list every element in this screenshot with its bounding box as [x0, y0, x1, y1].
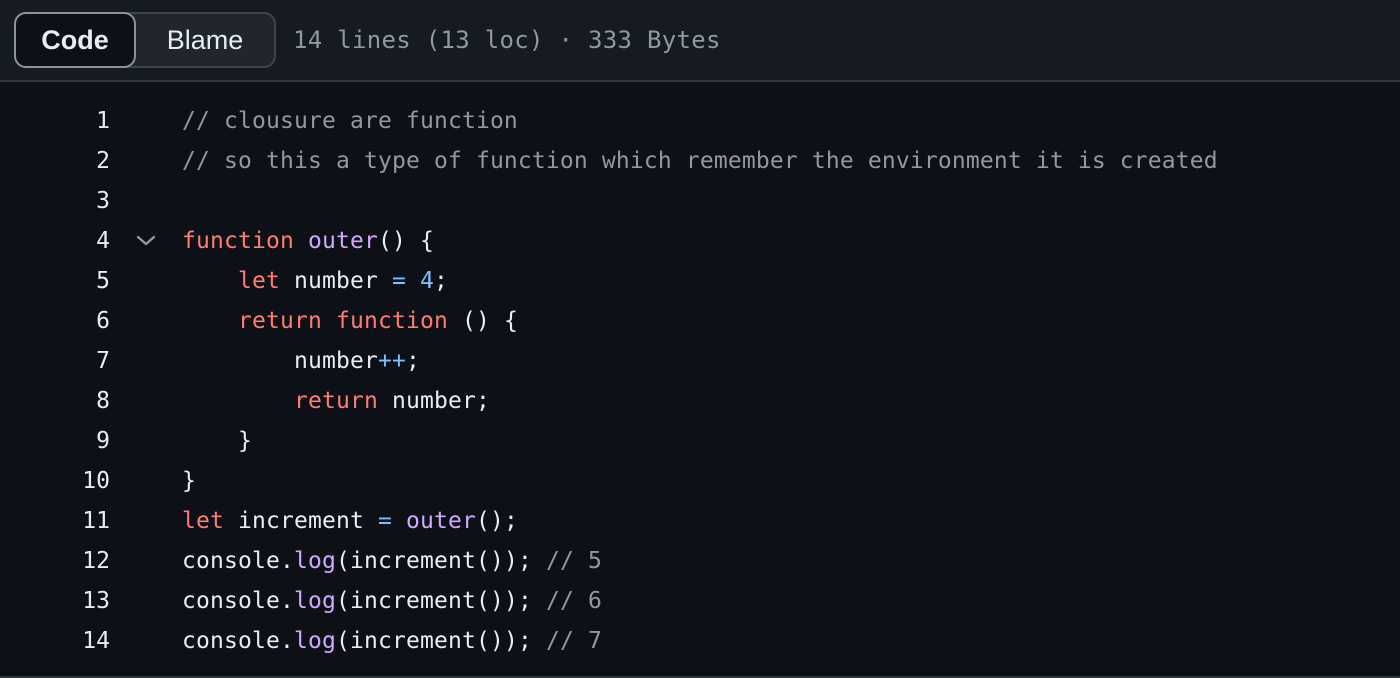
- code-line: 4 function outer() {: [0, 221, 1400, 261]
- code-line: 5 let number = 4;: [0, 261, 1400, 301]
- code-line: 11 let increment = outer();: [0, 501, 1400, 541]
- line-number[interactable]: 7: [0, 348, 110, 374]
- code-viewer: Code Blame 14 lines (13 loc) · 333 Bytes…: [0, 0, 1400, 678]
- code-token: }: [182, 428, 252, 454]
- code-token: log: [293, 588, 336, 614]
- line-number[interactable]: 10: [0, 468, 110, 494]
- code-line: 3: [0, 181, 1400, 221]
- code-area[interactable]: 1 // clousure are function 2 // so this a t…: [0, 82, 1400, 661]
- code-text: let increment = outer();: [182, 508, 518, 534]
- code-line: 6 return function () {: [0, 301, 1400, 341]
- code-token: // 7: [545, 628, 602, 654]
- code-token: outer: [307, 228, 378, 254]
- line-number[interactable]: 6: [0, 308, 110, 334]
- line-number[interactable]: 12: [0, 548, 110, 574]
- code-tab-button[interactable]: Code: [14, 12, 136, 68]
- code-line: 2 // so this a type of function which rem…: [0, 141, 1400, 181]
- line-number[interactable]: 8: [0, 388, 110, 414]
- code-line: 13 console.log(increment()); // 6: [0, 581, 1400, 621]
- code-line: 9 }: [0, 421, 1400, 461]
- code-token: (increment());: [335, 548, 546, 574]
- code-token: log: [293, 548, 336, 574]
- blame-tab-button[interactable]: Blame: [136, 14, 274, 66]
- code-token: =: [391, 268, 406, 294]
- code-token: return: [238, 308, 322, 334]
- code-token: console.: [182, 628, 294, 654]
- code-text: // clousure are function: [182, 108, 518, 134]
- code-token: ++: [377, 348, 406, 374]
- code-token: ;: [433, 268, 448, 294]
- code-token: // 6: [545, 588, 602, 614]
- code-text: }: [182, 468, 196, 494]
- code-token: () {: [377, 228, 434, 254]
- code-text: number++;: [182, 348, 420, 374]
- code-line: 10}: [0, 461, 1400, 501]
- line-number[interactable]: 14: [0, 628, 110, 654]
- code-token: ();: [475, 508, 518, 534]
- code-token: (increment());: [335, 588, 546, 614]
- code-token: function: [335, 308, 448, 334]
- code-text: return number;: [182, 388, 490, 414]
- code-text: console.log(increment()); // 5: [182, 548, 602, 574]
- code-token: increment: [224, 508, 378, 534]
- code-text: }: [182, 428, 252, 454]
- code-line: 12 console.log(increment()); // 5: [0, 541, 1400, 581]
- line-number[interactable]: 5: [0, 268, 110, 294]
- code-token: function: [182, 228, 294, 254]
- code-text: // so this a type of function which reme…: [182, 148, 1218, 174]
- code-token: return: [293, 388, 378, 414]
- chevron-down-icon[interactable]: [110, 234, 182, 248]
- code-token: outer: [405, 508, 476, 534]
- code-blame-toggle: Code Blame: [14, 12, 276, 68]
- code-token: (increment());: [335, 628, 546, 654]
- code-text: let number = 4;: [182, 268, 448, 294]
- code-token: number: [182, 348, 378, 374]
- code-token: console.: [182, 588, 294, 614]
- code-line: 7 number++;: [0, 341, 1400, 381]
- code-token: let: [182, 508, 224, 534]
- code-token: // 5: [545, 548, 602, 574]
- code-token: =: [377, 508, 392, 534]
- code-line: 8 return number;: [0, 381, 1400, 421]
- code-token: number: [280, 268, 392, 294]
- code-token: // so this a type of function which reme…: [182, 148, 1218, 174]
- line-number[interactable]: 13: [0, 588, 110, 614]
- code-token: log: [293, 628, 336, 654]
- code-line: 1 // clousure are function: [0, 101, 1400, 141]
- code-token: let: [238, 268, 280, 294]
- file-info: 14 lines (13 loc) · 333 Bytes: [293, 26, 721, 54]
- code-text: return function () {: [182, 308, 518, 334]
- code-token: ;: [405, 348, 420, 374]
- code-token: number;: [377, 388, 490, 414]
- code-token: 4: [419, 268, 434, 294]
- line-number[interactable]: 3: [0, 188, 110, 214]
- code-line: 14 console.log(increment()); // 7: [0, 621, 1400, 661]
- code-token: () {: [447, 308, 518, 334]
- code-token: // clousure are function: [182, 108, 518, 134]
- code-text: console.log(increment()); // 7: [182, 628, 602, 654]
- line-number[interactable]: 2: [0, 148, 110, 174]
- line-number[interactable]: 1: [0, 108, 110, 134]
- line-number[interactable]: 9: [0, 428, 110, 454]
- code-text: function outer() {: [182, 228, 434, 254]
- file-header: Code Blame 14 lines (13 loc) · 333 Bytes: [0, 0, 1400, 82]
- code-token: }: [182, 468, 196, 494]
- code-token: console.: [182, 548, 294, 574]
- line-number[interactable]: 11: [0, 508, 110, 534]
- line-number[interactable]: 4: [0, 228, 110, 254]
- code-text: console.log(increment()); // 6: [182, 588, 602, 614]
